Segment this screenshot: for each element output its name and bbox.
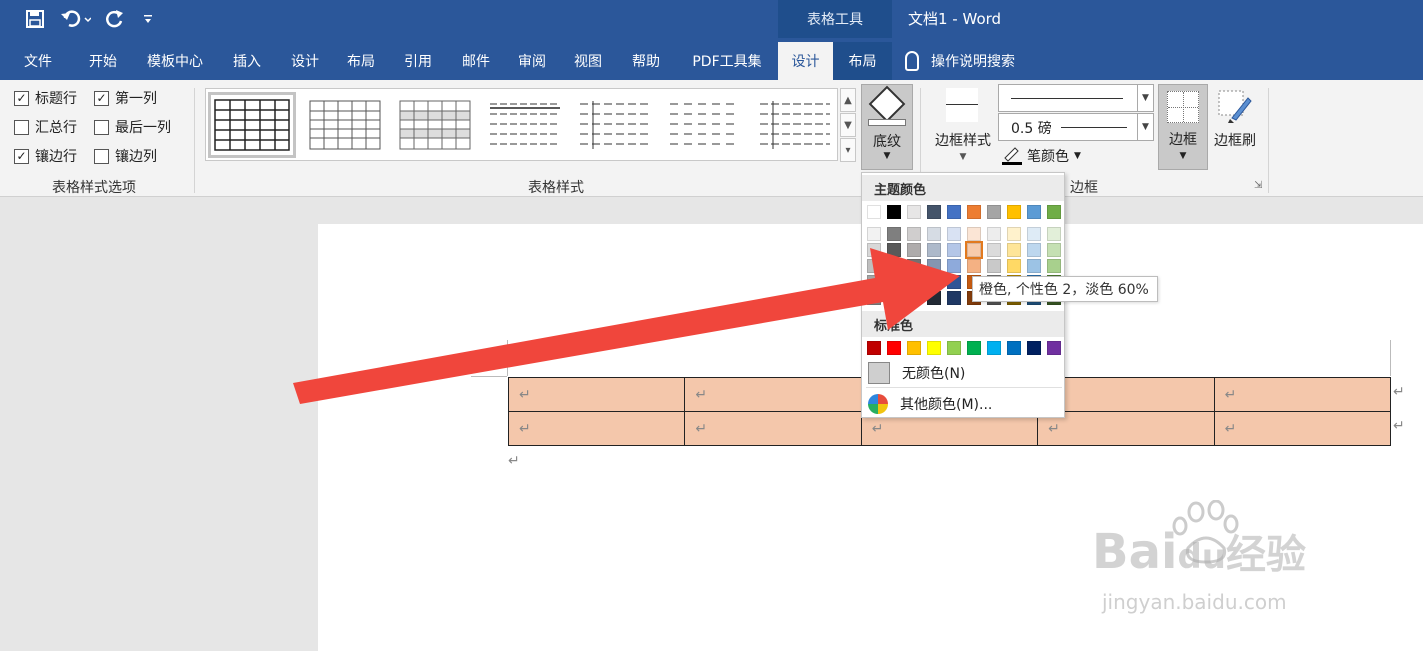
red-arrow-annotation xyxy=(293,248,960,404)
arrow-shape xyxy=(293,248,960,404)
